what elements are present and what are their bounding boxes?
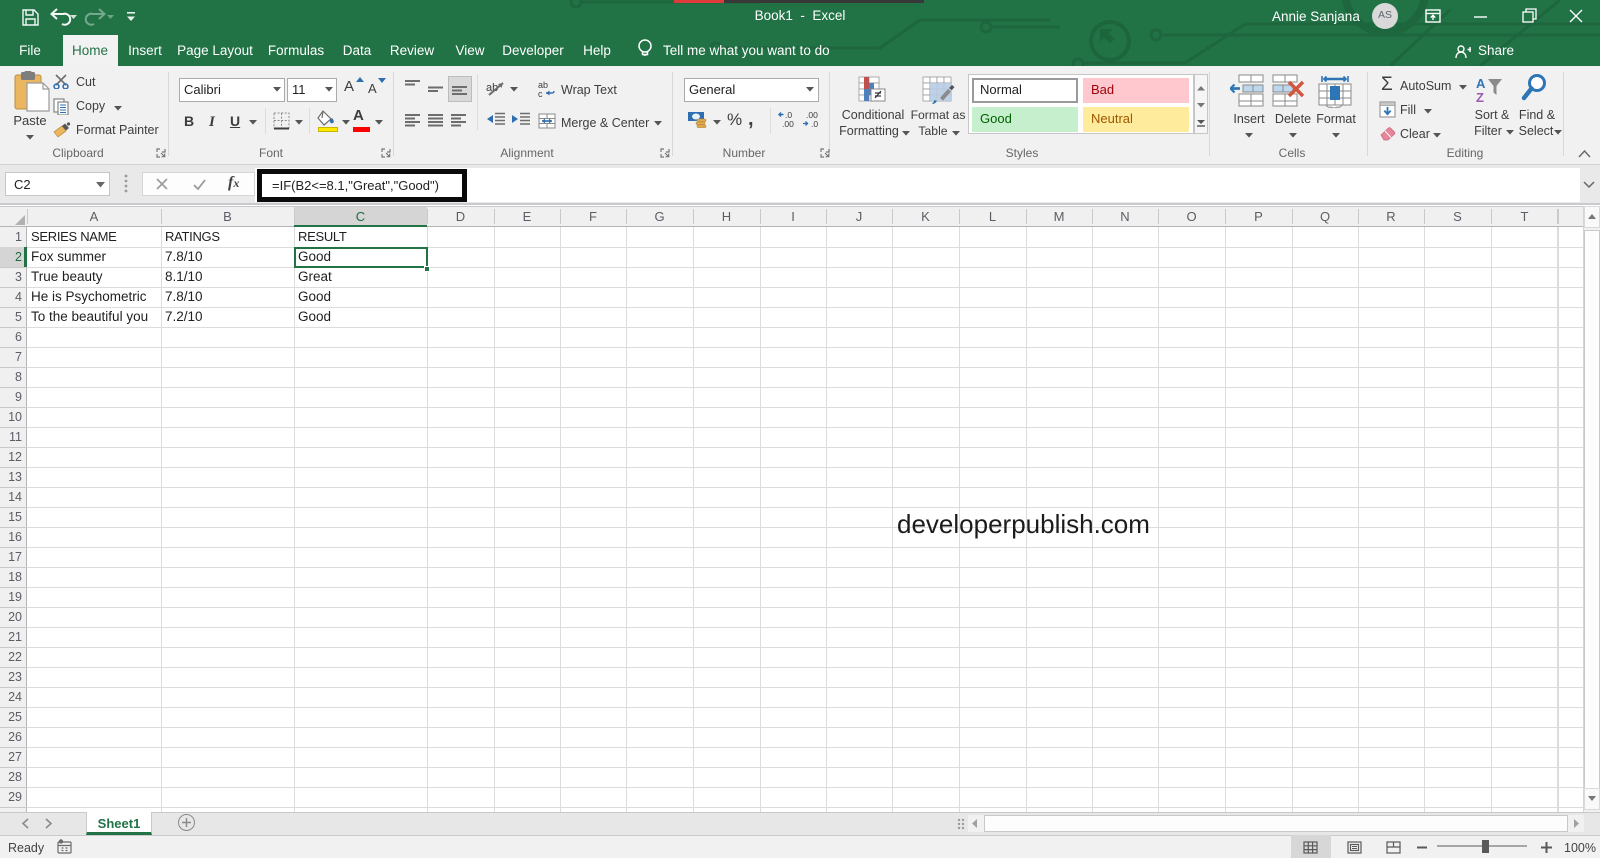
svg-text:A: A [1476, 76, 1486, 91]
svg-text:.0: .0 [811, 119, 818, 128]
svg-text:Z: Z [1476, 90, 1484, 104]
svg-text:.00: .00 [782, 119, 794, 128]
svg-text:c: c [538, 89, 543, 97]
